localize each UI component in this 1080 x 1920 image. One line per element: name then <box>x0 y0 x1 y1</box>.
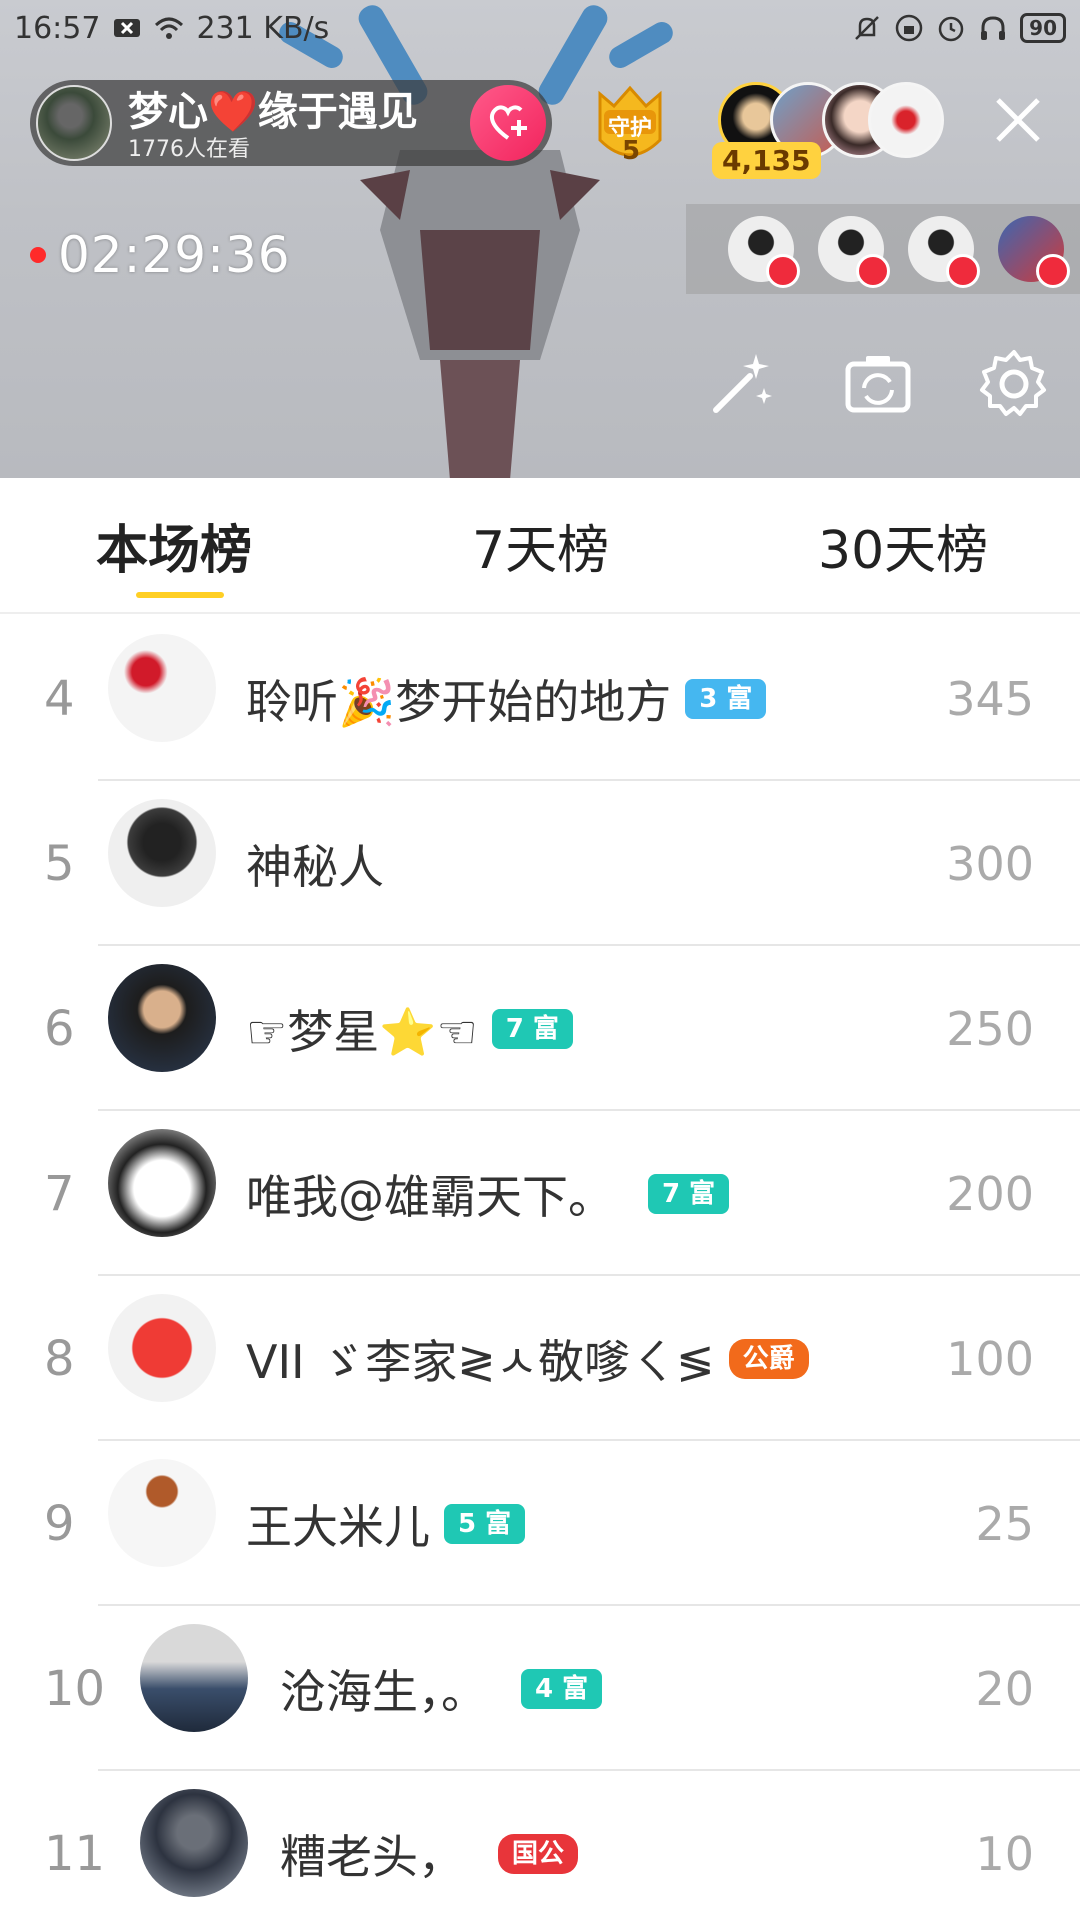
rank-number: 10 <box>44 1660 106 1717</box>
wealth-badge: 4 富 <box>521 1668 603 1709</box>
live-video-area: 16:57 231 KB/s 90 梦心❤️缘于遇见 1776人在看 守护 5 … <box>0 0 1080 478</box>
seat-bar <box>686 204 1080 294</box>
avatar[interactable] <box>108 634 216 742</box>
user-name: ☞梦星⭐☜ <box>246 1004 478 1059</box>
live-dot <box>30 247 46 263</box>
seat-avatar[interactable] <box>998 216 1070 288</box>
battery-indicator: 90 <box>1020 13 1066 43</box>
score: 300 <box>946 836 1034 891</box>
seat-avatar[interactable] <box>908 216 980 288</box>
user-name-row: 神秘人 <box>246 831 384 897</box>
seat-avatar[interactable] <box>818 216 890 288</box>
follow-button[interactable] <box>470 85 546 161</box>
avatar[interactable] <box>140 1789 248 1897</box>
anchor-text: 梦心❤️缘于遇见 1776人在看 <box>128 85 418 161</box>
avatar[interactable] <box>108 799 216 907</box>
alarm-icon <box>938 16 964 42</box>
status-bar: 16:57 231 KB/s 90 <box>0 0 1080 56</box>
live-duration: 02:29:36 <box>58 226 291 284</box>
heart-plus-icon <box>489 105 527 140</box>
score: 10 <box>975 1826 1034 1881</box>
list-item[interactable]: 8 VII ゞ李家≷ㅅ敬嗲ㄑ≶ 公爵 100 <box>0 1276 1080 1441</box>
anchor-avatar[interactable] <box>36 85 112 161</box>
guard-badge[interactable]: 守护 5 <box>584 80 676 172</box>
user-name: 糟老头， <box>280 1829 464 1884</box>
user-name: VII ゞ李家≷ㅅ敬嗲ㄑ≶ <box>246 1334 715 1389</box>
ranking-tabs: 本场榜 7天榜 30天榜 <box>0 478 1080 614</box>
score: 20 <box>975 1661 1034 1716</box>
user-name-row: 沧海生，。 4 富 <box>280 1656 603 1722</box>
rank-number: 4 <box>44 670 75 727</box>
avatar[interactable] <box>108 1129 216 1237</box>
guard-count: 5 <box>622 136 641 166</box>
score: 345 <box>946 671 1034 726</box>
magic-wand-icon[interactable] <box>704 348 776 420</box>
anchor-info-pill[interactable]: 梦心❤️缘于遇见 1776人在看 <box>30 80 552 166</box>
user-name-row: VII ゞ李家≷ㅅ敬嗲ㄑ≶ 公爵 <box>246 1326 809 1392</box>
rank-number: 11 <box>44 1825 106 1882</box>
seat-badge-icon <box>856 254 890 288</box>
user-name: 聆听🎉梦开始的地方 <box>246 674 672 729</box>
rank-number: 5 <box>44 835 75 892</box>
seat-badge-icon <box>1036 254 1070 288</box>
tab-7-days[interactable]: 7天榜 <box>472 508 609 583</box>
wealth-badge: 3 富 <box>685 678 767 719</box>
user-name-row: 王大米儿 5 富 <box>246 1491 526 1557</box>
score: 25 <box>975 1496 1034 1551</box>
headphones-icon <box>981 16 1006 40</box>
avatar[interactable] <box>108 1459 216 1567</box>
viewer-count: 1776人在看 <box>128 137 250 161</box>
rank-number: 6 <box>44 1000 75 1057</box>
user-name: 神秘人 <box>246 839 384 894</box>
user-name-row: ☞梦星⭐☜ 7 富 <box>246 996 573 1062</box>
ranking-list: 4 聆听🎉梦开始的地方 3 富 345 5 神秘人 300 6 ☞梦星⭐☜ 7 … <box>0 616 1080 1920</box>
viewer-avatar[interactable] <box>868 82 944 158</box>
list-item[interactable]: 9 王大米儿 5 富 25 <box>0 1441 1080 1606</box>
wealth-badge: 7 富 <box>648 1173 730 1214</box>
user-name-row: 聆听🎉梦开始的地方 3 富 <box>246 666 767 732</box>
tab-this-session[interactable]: 本场榜 <box>96 508 252 583</box>
active-tab-indicator <box>136 592 224 598</box>
tab-30-days[interactable]: 30天榜 <box>818 508 988 583</box>
close-icon[interactable] <box>990 92 1046 148</box>
wealth-badge: 5 富 <box>444 1503 526 1544</box>
clock: 16:57 <box>14 10 101 46</box>
avatar[interactable] <box>140 1624 248 1732</box>
list-item[interactable]: 11 糟老头， 国公 10 <box>0 1771 1080 1920</box>
wealth-badge: 7 富 <box>491 1008 573 1049</box>
wifi-icon <box>155 17 184 39</box>
notification-x-icon <box>114 19 141 37</box>
flip-camera-icon[interactable] <box>842 348 914 420</box>
noble-badge: 国公 <box>498 1833 579 1874</box>
seat-badge-icon <box>946 254 980 288</box>
user-name: 唯我@雄霸天下。 <box>246 1169 614 1224</box>
rank-number: 7 <box>44 1165 75 1222</box>
user-name-row: 糟老头， 国公 <box>280 1821 579 1887</box>
list-item[interactable]: 6 ☞梦星⭐☜ 7 富 250 <box>0 946 1080 1111</box>
user-name: 王大米儿 <box>246 1499 430 1554</box>
settings-gear-icon[interactable] <box>978 348 1050 420</box>
lock-rotate-icon <box>895 14 923 42</box>
score: 200 <box>946 1166 1034 1221</box>
live-timer: 02:29:36 <box>30 226 291 284</box>
score: 250 <box>946 1001 1034 1056</box>
coin-count: 4,135 <box>712 142 821 179</box>
network-speed: 231 KB/s <box>196 10 330 46</box>
score: 100 <box>946 1331 1034 1386</box>
seat-badge-icon <box>766 254 800 288</box>
seat-avatar[interactable] <box>728 216 800 288</box>
user-name-row: 唯我@雄霸天下。 7 富 <box>246 1161 730 1227</box>
noble-badge: 公爵 <box>728 1338 809 1379</box>
list-item[interactable]: 4 聆听🎉梦开始的地方 3 富 345 <box>0 616 1080 781</box>
avatar[interactable] <box>108 964 216 1072</box>
list-item[interactable]: 7 唯我@雄霸天下。 7 富 200 <box>0 1111 1080 1276</box>
mute-bell-icon <box>855 16 880 40</box>
list-item[interactable]: 5 神秘人 300 <box>0 781 1080 946</box>
rank-number: 8 <box>44 1330 75 1387</box>
list-item[interactable]: 10 沧海生，。 4 富 20 <box>0 1606 1080 1771</box>
rank-number: 9 <box>44 1495 75 1552</box>
anchor-name: 梦心❤️缘于遇见 <box>128 89 418 135</box>
avatar[interactable] <box>108 1294 216 1402</box>
user-name: 沧海生，。 <box>280 1664 487 1719</box>
